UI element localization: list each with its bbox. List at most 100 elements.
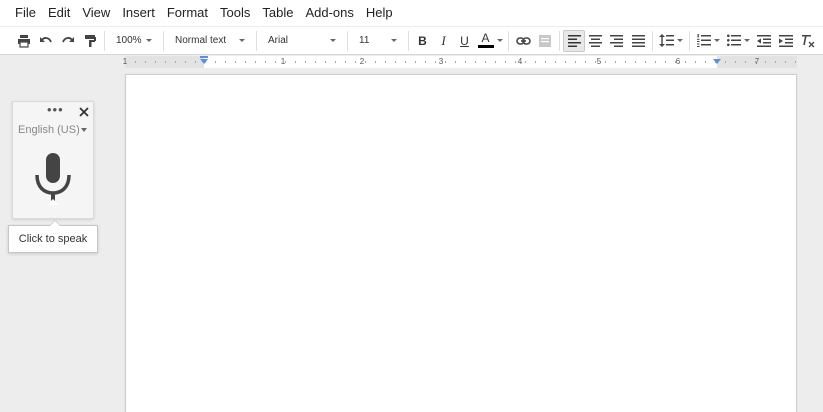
- language-dropdown[interactable]: English (US): [13, 120, 93, 139]
- ruler-tick: [455, 61, 456, 63]
- numbered-list-icon: [696, 34, 711, 47]
- toolbar-separator: [689, 30, 690, 51]
- menu-edit[interactable]: Edit: [42, 0, 76, 26]
- ruler-tick: [315, 61, 316, 63]
- link-icon: [515, 36, 531, 45]
- chevron-down-icon: [496, 39, 503, 42]
- ruler-tick: [665, 61, 666, 63]
- italic-button[interactable]: I: [433, 30, 454, 52]
- ruler-tick: [375, 61, 376, 63]
- ruler-label: 1: [122, 57, 128, 66]
- ruler-tick: [745, 61, 746, 63]
- menu-add-ons[interactable]: Add-ons: [299, 0, 359, 26]
- toolbar-separator: [652, 30, 653, 51]
- decrease-indent-button[interactable]: [753, 30, 775, 52]
- undo-button[interactable]: [35, 30, 57, 52]
- menu-bar: File Edit View Insert Format Tools Table…: [0, 0, 823, 26]
- ruler-tick: [225, 61, 226, 63]
- ruler: 1 1 2 3 4 5 6 7: [0, 56, 823, 68]
- insert-link-button[interactable]: [512, 30, 534, 52]
- chevron-down-icon: [713, 39, 720, 42]
- ruler-tick: [215, 61, 216, 63]
- toolbar-separator: [347, 30, 348, 51]
- menu-file[interactable]: File: [9, 0, 42, 26]
- undo-icon: [40, 36, 52, 42]
- clear-formatting-icon: [802, 34, 815, 47]
- align-center-icon: [589, 34, 602, 47]
- redo-button[interactable]: [57, 30, 79, 52]
- bold-button[interactable]: B: [412, 30, 433, 52]
- tooltip-arrow: [49, 220, 61, 226]
- text-color-icon: A: [477, 32, 494, 48]
- justify-icon: [631, 34, 645, 47]
- align-left-button[interactable]: [563, 29, 585, 52]
- menu-view[interactable]: View: [76, 0, 116, 26]
- ruler-tick: [295, 61, 296, 63]
- document-page[interactable]: [125, 74, 797, 412]
- right-indent-handle[interactable]: [713, 59, 721, 64]
- font-dropdown[interactable]: Arial: [260, 30, 344, 52]
- menu-tools[interactable]: Tools: [214, 0, 256, 26]
- ruler-tick: [405, 61, 406, 63]
- increase-indent-button[interactable]: [775, 30, 797, 52]
- ruler-tick: [755, 61, 756, 63]
- text-color-button[interactable]: A: [475, 30, 505, 52]
- ruler-tick: [775, 61, 776, 63]
- ruler-track: 1 1 2 3 4 5 6 7: [122, 56, 797, 68]
- increase-indent-icon: [779, 34, 793, 47]
- underline-button[interactable]: U: [454, 30, 475, 52]
- menu-help[interactable]: Help: [360, 0, 399, 26]
- style-dropdown[interactable]: Normal text: [167, 30, 253, 52]
- bulleted-list-button[interactable]: [723, 30, 753, 52]
- toolbar-separator: [508, 30, 509, 51]
- toolbar-separator: [408, 30, 409, 51]
- first-line-indent-handle[interactable]: [200, 56, 208, 58]
- zoom-value: 100%: [116, 35, 142, 46]
- chevron-down-icon: [391, 38, 397, 42]
- print-button[interactable]: [13, 30, 35, 52]
- bulleted-list-icon: [726, 34, 741, 47]
- ruler-tick: [305, 61, 306, 63]
- ruler-tick: [735, 61, 736, 63]
- toolbar: 100% Normal text Arial 11 B I U A: [0, 27, 823, 55]
- ruler-tick: [515, 61, 516, 63]
- toolbar-separator: [256, 30, 257, 51]
- insert-comment-button[interactable]: [534, 30, 556, 52]
- menu-insert[interactable]: Insert: [116, 0, 161, 26]
- ruler-tick: [655, 61, 656, 63]
- ruler-tick: [695, 61, 696, 63]
- zoom-dropdown[interactable]: 100%: [108, 30, 160, 52]
- font-size-dropdown[interactable]: 11: [351, 30, 405, 52]
- ruler-tick: [175, 61, 176, 63]
- ruler-label: 3: [438, 57, 444, 66]
- ruler-tick: [685, 61, 686, 63]
- paint-format-button[interactable]: [79, 30, 101, 52]
- numbered-list-button[interactable]: [693, 30, 723, 52]
- menu-table[interactable]: Table: [256, 0, 299, 26]
- ruler-tick: [725, 61, 726, 63]
- justify-button[interactable]: [627, 30, 649, 52]
- toolbar-separator: [559, 30, 560, 51]
- ruler-tick: [155, 61, 156, 63]
- align-right-button[interactable]: [606, 30, 627, 52]
- more-options-icon[interactable]: •••: [47, 103, 64, 116]
- chevron-down-icon: [677, 39, 683, 42]
- left-indent-handle[interactable]: [200, 59, 208, 64]
- ruler-tick: [185, 61, 186, 63]
- ruler-tick: [285, 61, 286, 63]
- underline-icon: U: [460, 33, 469, 48]
- ruler-tick: [195, 61, 196, 63]
- voice-typing-header: •••: [13, 102, 93, 120]
- clear-formatting-button[interactable]: [797, 30, 819, 52]
- ruler-label: 2: [359, 57, 365, 66]
- ruler-tick: [465, 61, 466, 63]
- comment-icon: [539, 34, 551, 47]
- align-center-button[interactable]: [585, 30, 606, 52]
- redo-icon: [62, 36, 74, 42]
- tooltip-text: Click to speak: [18, 233, 88, 245]
- menu-format[interactable]: Format: [161, 0, 214, 26]
- decrease-indent-icon: [757, 34, 771, 47]
- line-spacing-button[interactable]: [656, 30, 686, 52]
- microphone-button[interactable]: [13, 139, 93, 219]
- ruler-tick: [525, 61, 526, 63]
